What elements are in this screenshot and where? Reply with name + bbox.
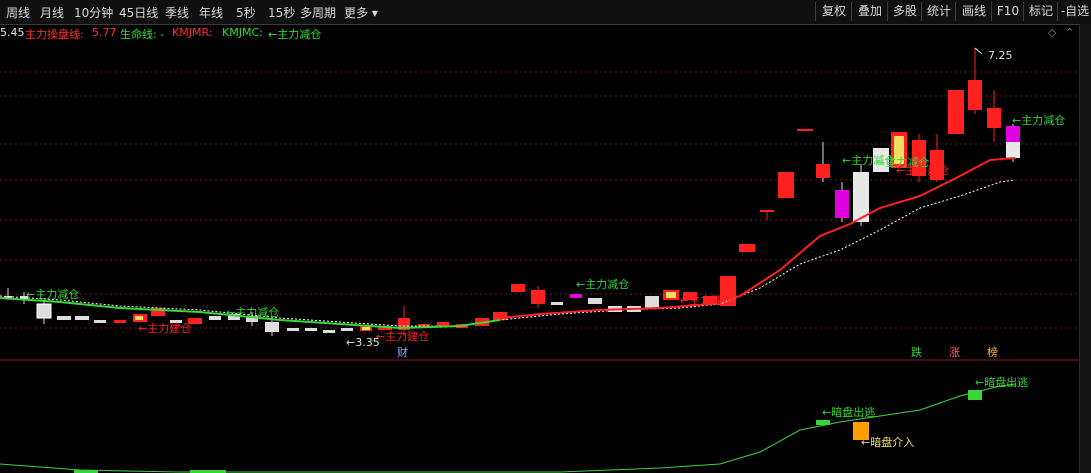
f10-button[interactable]: F10 (991, 2, 1024, 21)
dark-escape-label-1: ←暗盘出逃 (822, 405, 875, 419)
overlay-button[interactable]: 叠加 (851, 2, 888, 21)
dark-escape-bar-2 (968, 390, 982, 400)
dark-escape-label-2: ←暗盘出逃 (975, 375, 1028, 389)
multi-stock-button[interactable]: 多股 (887, 2, 922, 21)
build-label-1: ←主力建仓 (138, 321, 191, 335)
cai-marker: 财 (397, 345, 408, 359)
die-marker: 跌 (911, 345, 922, 359)
reduce-label-2: ←主力减仓 (226, 305, 279, 319)
build-label-2: ←主力建仓 (376, 329, 429, 343)
period-tab-15sec[interactable]: 15秒 (268, 4, 295, 21)
build-label-4: ←主力建仓 (896, 163, 949, 177)
build-label-3: ←主力建仓 (680, 293, 733, 307)
high-price-label: 7.25 (988, 49, 1013, 62)
zhang-marker: 涨 (949, 346, 960, 359)
dark-enter-label: ←暗盘介入 (861, 435, 914, 449)
mark-button[interactable]: 标记 (1023, 2, 1058, 21)
low-price-label: ←3.35 (346, 336, 380, 349)
period-tab-yearly[interactable]: 年线 (199, 4, 223, 21)
period-tab-5sec[interactable]: 5秒 (236, 4, 256, 21)
candles (4, 48, 1020, 336)
grid-lines (0, 71, 1080, 329)
period-tab-45day[interactable]: 45日线 (119, 4, 158, 21)
vertical-scrollbar[interactable] (1079, 24, 1091, 473)
period-tab-quarterly[interactable]: 季线 (165, 4, 189, 21)
reduce-label-3: ←主力减仓 (576, 277, 629, 291)
more-menu-button[interactable]: 更多 ▾ (344, 4, 378, 21)
kline-chart[interactable]: 7.25 ←3.35 ←主力减仓 ←主力建仓 ←主力减仓 ←主力建仓 ←主力减仓… (0, 24, 1080, 473)
period-tab-multi[interactable]: 多周期 (300, 4, 336, 21)
reduce-label-6: ←主力减仓 (1012, 113, 1065, 127)
draw-line-button[interactable]: 画线 (955, 2, 992, 21)
watchlist-button[interactable]: -自选 (1057, 2, 1091, 21)
period-tab-weekly[interactable]: 周线 (6, 4, 30, 21)
period-tab-monthly[interactable]: 月线 (40, 4, 64, 21)
dark-escape-bar-1 (816, 420, 830, 425)
bang-marker: 榜 (987, 345, 998, 359)
toolbar: 周线 月线 10分钟 45日线 季线 年线 5秒 15秒 多周期 更多 ▾ 复权… (0, 0, 1091, 25)
period-tab-10min[interactable]: 10分钟 (74, 4, 113, 21)
reduce-label-1: ←主力减仓 (26, 287, 79, 301)
high-price-pointer (974, 47, 983, 55)
statistics-button[interactable]: 统计 (921, 2, 956, 21)
restore-rights-button[interactable]: 复权 (815, 2, 852, 21)
